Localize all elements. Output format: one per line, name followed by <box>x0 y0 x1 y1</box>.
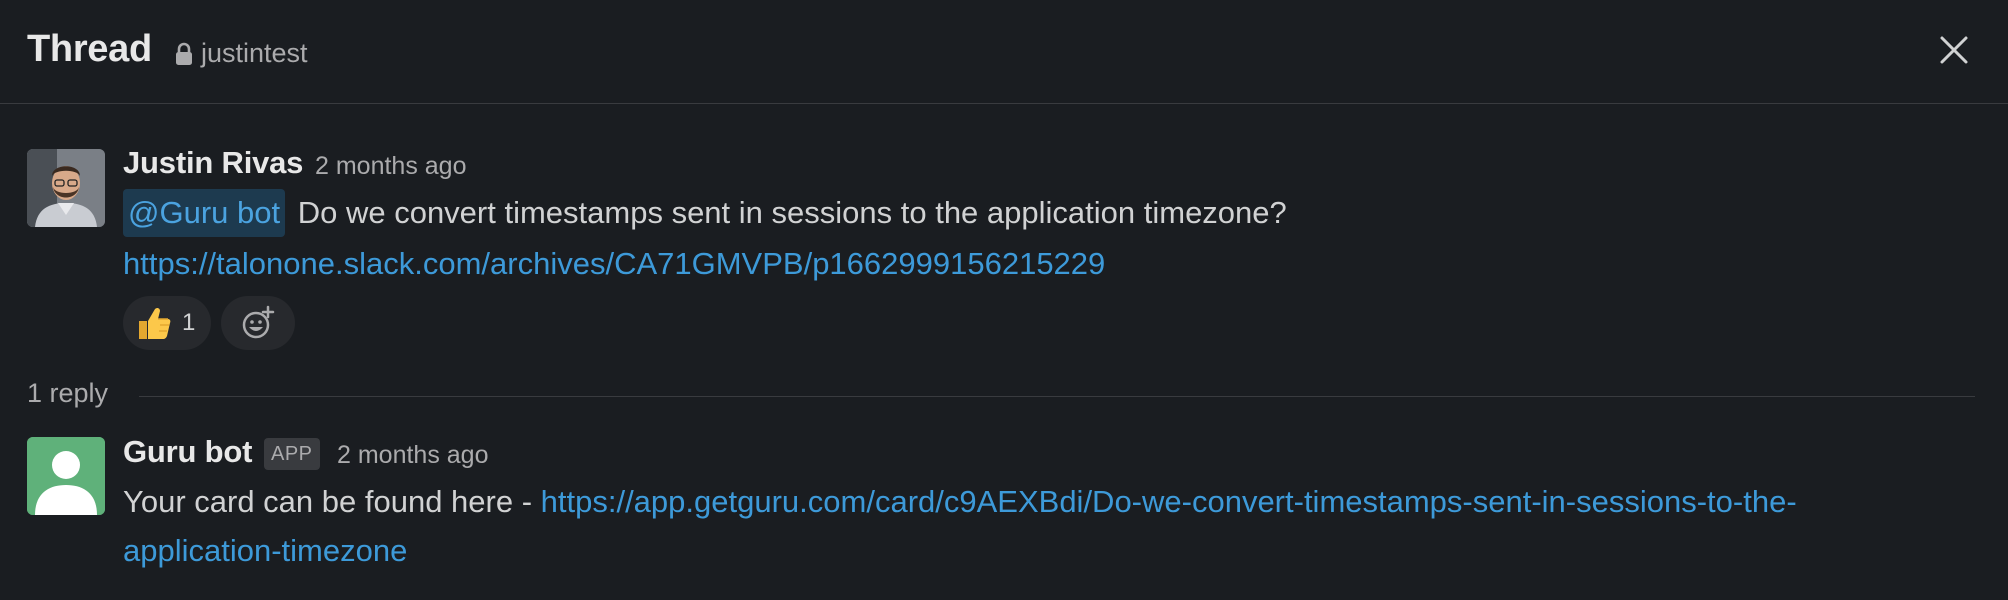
reaction-count: 1 <box>182 309 196 336</box>
message-link[interactable]: https://app.getguru.com/card/c9AEXBdi/Do… <box>541 484 1797 519</box>
app-badge: APP <box>264 438 320 470</box>
message-link-line: https://talonone.slack.com/archives/CA71… <box>123 239 1105 289</box>
avatar[interactable] <box>27 149 105 227</box>
message-text: Your card can be found here - https://ap… <box>123 477 1797 527</box>
lock-icon <box>176 42 192 65</box>
message-author[interactable]: Justin Rivas <box>123 145 303 181</box>
message-timestamp[interactable]: 2 months ago <box>337 441 489 470</box>
user-silhouette-icon <box>27 437 105 515</box>
bot-avatar[interactable] <box>27 437 105 515</box>
thread-header: Thread justintest <box>0 0 2008 104</box>
thumbs-up-icon <box>139 307 171 339</box>
message-timestamp[interactable]: 2 months ago <box>315 152 467 181</box>
thread-title: Thread <box>27 28 152 70</box>
message-link-wrap[interactable]: application-timezone <box>123 533 407 568</box>
user-mention[interactable]: @Guru bot <box>123 189 286 237</box>
message-link-continuation: application-timezone <box>123 526 407 576</box>
add-reaction-button[interactable] <box>221 296 295 350</box>
channel-name[interactable]: justintest <box>201 38 308 69</box>
message-body: Your card can be found here - <box>123 484 541 519</box>
close-icon[interactable] <box>1936 32 1972 68</box>
replies-count: 1 reply <box>27 378 109 408</box>
message-text: @Guru bot Do we convert timestamps sent … <box>123 188 1287 238</box>
message-author[interactable]: Guru bot <box>123 434 252 470</box>
message-body: Do we convert timestamps sent in session… <box>297 195 1287 230</box>
replies-divider <box>139 396 1975 397</box>
reaction-thumbsup[interactable]: 1 <box>123 296 211 350</box>
message-link[interactable]: https://talonone.slack.com/archives/CA71… <box>123 246 1105 281</box>
add-reaction-icon <box>242 305 275 339</box>
user-photo <box>27 149 105 227</box>
